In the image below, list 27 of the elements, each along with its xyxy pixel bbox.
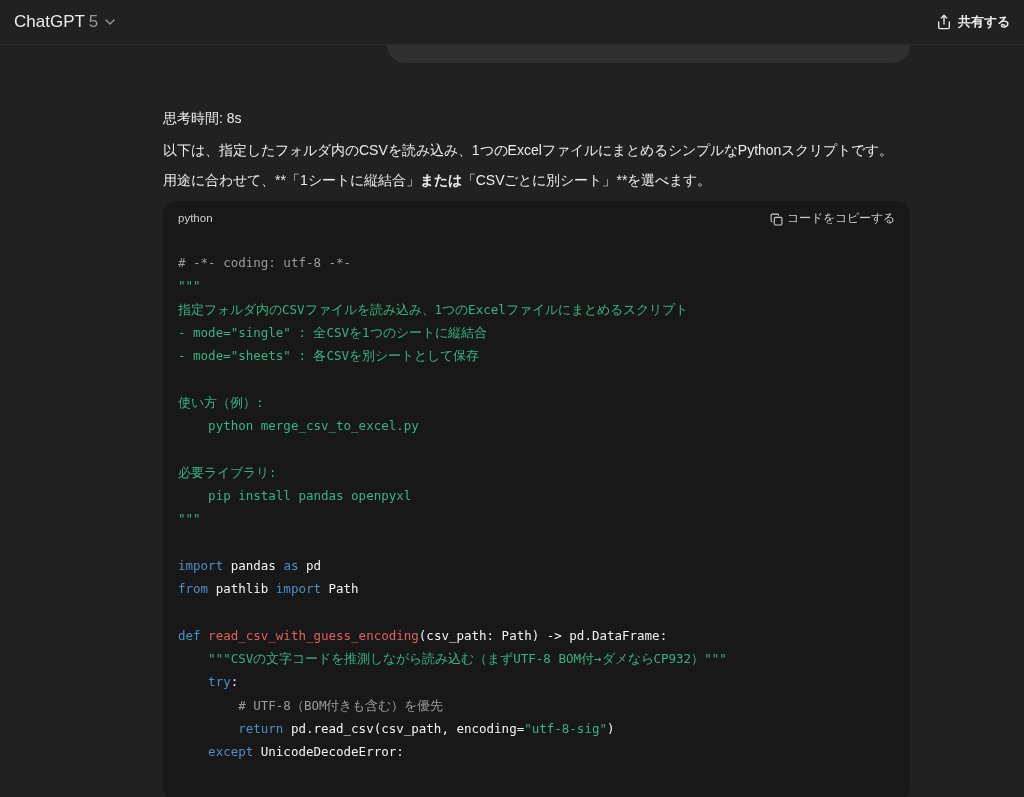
code-line: 必要ライブラリ: xyxy=(178,463,277,482)
code-line: """ xyxy=(178,277,201,296)
code-line: - mode="single" : 全CSVを1つのシートに縦結合 xyxy=(178,323,487,342)
share-button[interactable]: 共有する xyxy=(936,12,1010,32)
code-line: pip install pandas openpyxl xyxy=(207,486,412,505)
code-line: except UnicodeDecodeError: xyxy=(207,743,404,762)
code-line: # -*- coding: utf-8 -*- xyxy=(178,254,352,272)
code-line: import pandas as pd xyxy=(178,556,321,575)
code-line: """ xyxy=(178,510,201,529)
copy-icon xyxy=(770,212,783,226)
code-line: return pd.read_csv(csv_path, encoding="utf-8-sig") xyxy=(237,719,615,738)
thinking-time: 思考時間: 8s xyxy=(163,109,243,128)
code-line: def read_csv_with_guess_encoding(csv_path: Path) -> pd.DataFrame: xyxy=(178,626,668,645)
code-line: 指定フォルダ内のCSVファイルを読み込み、1つのExcelファイルにまとめるスクリプト xyxy=(178,300,688,319)
code-line: try: xyxy=(207,673,239,692)
model-selector[interactable]: ChatGPT 5 xyxy=(14,9,119,35)
paragraph: 用途に合わせて、**「1シートに縦結合」または「CSVごとに別シート」**を選べます。 xyxy=(163,171,713,190)
code-line: from pathlib import Path xyxy=(178,580,359,599)
code-line: # UTF-8（BOM付きも含む）を優先 xyxy=(237,696,444,715)
code-line: python merge_csv_to_excel.py xyxy=(207,417,419,436)
copy-code-button[interactable]: コードをコピーする xyxy=(770,210,895,228)
code-language: python xyxy=(178,211,213,227)
share-icon xyxy=(936,14,952,30)
code-line: 使い方（例）: xyxy=(178,393,264,412)
paragraph: 以下は、指定したフォルダ内のCSVを読み込み、1つのExcelファイルにまとめるシンプルなPythonスクリプトです。 xyxy=(163,141,895,160)
code-line: """CSVの文字コードを推測しながら読み込む（まずUTF-8 BOM付→ダメならCP932）""" xyxy=(207,650,727,669)
code-line: - mode="sheets" : 各CSVを別シートとして保存 xyxy=(178,347,480,366)
